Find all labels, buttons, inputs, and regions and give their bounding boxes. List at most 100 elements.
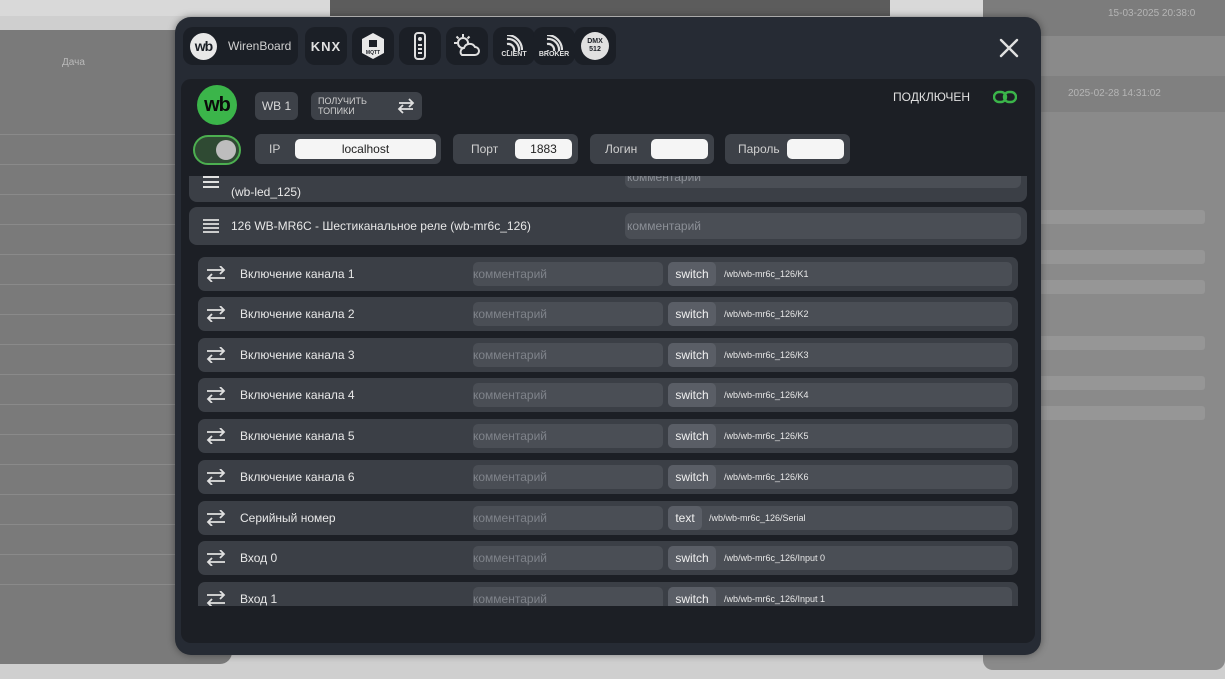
channel-name: Включение канала 6 bbox=[240, 470, 355, 484]
background-date: 2025-02-28 14:31:02 bbox=[1068, 88, 1161, 99]
channel-row[interactable]: Включение канала 3 комментарий switch/wb/w… bbox=[198, 338, 1018, 372]
channel-topic-box: switch/wb/wb-mr6c_126/K1 bbox=[668, 262, 1012, 286]
channel-topic: /wb/wb-mr6c_126/Serial bbox=[709, 513, 806, 523]
channel-comment-input[interactable]: комментарий bbox=[473, 587, 663, 606]
get-topics-button[interactable]: ПОЛУЧИТЬ ТОПИКИ bbox=[311, 92, 422, 120]
menu-icon[interactable] bbox=[203, 176, 219, 188]
refresh-arrows-icon bbox=[397, 98, 415, 114]
tab-broker[interactable]: BROKER bbox=[533, 27, 575, 65]
channel-topic: /wb/wb-mr6c_126/K2 bbox=[724, 309, 809, 319]
wb-logo: wb bbox=[197, 85, 237, 125]
channel-comment-input[interactable]: комментарий bbox=[473, 465, 663, 489]
channel-row[interactable]: Включение канала 1 комментарий switch/wb/w… bbox=[198, 257, 1018, 291]
channel-name: Включение канала 1 bbox=[240, 267, 355, 281]
wb-logo-icon: wb bbox=[190, 32, 217, 60]
channel-comment-input[interactable]: комментарий bbox=[473, 262, 663, 286]
channel-row[interactable]: Вход 0 комментарий switch/wb/wb-mr6c_126/I… bbox=[198, 541, 1018, 575]
channel-type-badge: switch bbox=[668, 302, 716, 326]
channel-row[interactable]: Вход 1 комментарий switch/wb/wb-mr6c_126/I… bbox=[198, 582, 1018, 606]
channel-type-badge: switch bbox=[668, 383, 716, 407]
swap-arrows-icon bbox=[206, 591, 226, 606]
background-date: 15-03-2025 20:38:0 bbox=[1108, 8, 1196, 19]
channel-type-badge: switch bbox=[668, 424, 716, 448]
channel-topic-box: switch/wb/wb-mr6c_126/K4 bbox=[668, 383, 1012, 407]
device-comment-input[interactable]: комментарий bbox=[625, 213, 1021, 239]
channel-comment-input[interactable]: комментарий bbox=[473, 302, 663, 326]
port-input[interactable]: 1883 bbox=[515, 139, 572, 159]
channel-name: Включение канала 4 bbox=[240, 388, 355, 402]
device-select-button[interactable]: WB 1 bbox=[255, 92, 298, 120]
tab-mqtt[interactable]: MQTT bbox=[352, 27, 394, 65]
toggle-knob bbox=[216, 140, 236, 160]
connection-status: ПОДКЛЮЧЕН bbox=[893, 90, 971, 104]
tab-remote[interactable] bbox=[399, 27, 441, 65]
channel-comment-input[interactable]: комментарий bbox=[473, 546, 663, 570]
channel-row[interactable]: Включение канала 6 комментарий switch/wb/w… bbox=[198, 460, 1018, 494]
channel-topic-box: switch/wb/wb-mr6c_126/Input 1 bbox=[668, 587, 1012, 606]
background-line bbox=[1033, 376, 1205, 390]
background-line bbox=[1033, 406, 1205, 420]
channel-name: Серийный номер bbox=[240, 511, 336, 525]
device-title: 126 WB-MR6C - Шестиканальное реле (wb-mr… bbox=[231, 219, 531, 233]
tab-dmx[interactable]: DMX 512 bbox=[574, 27, 616, 65]
tab-knx[interactable]: KNX bbox=[305, 27, 347, 65]
channel-comment-input[interactable]: комментарий bbox=[473, 506, 663, 530]
swap-arrows-icon bbox=[206, 266, 226, 282]
tab-wirenboard-label: WirenBoard bbox=[228, 39, 292, 53]
channel-comment-input[interactable]: комментарий bbox=[473, 383, 663, 407]
channel-row[interactable]: Включение канала 2 комментарий switch/wb/w… bbox=[198, 297, 1018, 331]
broadcast-broker-icon bbox=[546, 34, 563, 51]
channel-comment-input[interactable]: комментарий bbox=[473, 343, 663, 367]
background-line bbox=[1033, 336, 1205, 350]
channel-topic-box: switch/wb/wb-mr6c_126/K6 bbox=[668, 465, 1012, 489]
channel-topic-box: switch/wb/wb-mr6c_126/K5 bbox=[668, 424, 1012, 448]
channel-topic: /wb/wb-mr6c_126/Input 0 bbox=[724, 553, 826, 563]
knx-icon: KNX bbox=[310, 38, 342, 54]
channel-name: Вход 1 bbox=[240, 592, 278, 606]
channel-name: Включение канала 5 bbox=[240, 429, 355, 443]
device-comment-input[interactable]: комментарий bbox=[625, 176, 1021, 188]
channel-name: Включение канала 2 bbox=[240, 307, 355, 321]
login-label: Логин bbox=[605, 142, 638, 156]
weather-icon bbox=[454, 34, 480, 56]
password-input[interactable] bbox=[787, 139, 844, 159]
close-icon[interactable] bbox=[997, 36, 1021, 60]
tab-broker-label: BROKER bbox=[538, 50, 570, 58]
tab-client[interactable]: CLIENT bbox=[493, 27, 535, 65]
broadcast-client-icon bbox=[506, 34, 523, 51]
device-header: (wb-led_125) комментарий bbox=[189, 176, 1027, 202]
tab-weather[interactable] bbox=[446, 27, 488, 65]
channel-topic: /wb/wb-mr6c_126/K3 bbox=[724, 350, 809, 360]
menu-icon[interactable] bbox=[203, 219, 219, 233]
channel-topic-box: switch/wb/wb-mr6c_126/K2 bbox=[668, 302, 1012, 326]
svg-text:MQTT: MQTT bbox=[366, 50, 380, 56]
swap-arrows-icon bbox=[206, 510, 226, 526]
channel-row[interactable]: Серийный номер комментарий text/wb/wb-mr6c… bbox=[198, 501, 1018, 535]
channel-row[interactable]: Включение канала 5 комментарий switch/wb/w… bbox=[198, 419, 1018, 453]
channel-topic: /wb/wb-mr6c_126/K5 bbox=[724, 431, 809, 441]
channel-topic: /wb/wb-mr6c_126/K6 bbox=[724, 472, 809, 482]
tab-wirenboard[interactable]: wb WirenBoard bbox=[183, 27, 298, 65]
channel-comment-input[interactable]: комментарий bbox=[473, 424, 663, 448]
port-label: Порт bbox=[471, 142, 499, 156]
login-input[interactable] bbox=[651, 139, 708, 159]
swap-arrows-icon bbox=[206, 469, 226, 485]
connection-toggle[interactable] bbox=[193, 135, 241, 165]
background-line bbox=[1033, 250, 1205, 264]
channel-topic: /wb/wb-mr6c_126/Input 1 bbox=[724, 594, 826, 604]
remote-control-icon bbox=[414, 32, 426, 60]
integration-modal: wb WirenBoard KNX MQTT CLIENT BROKER DMX… bbox=[175, 17, 1041, 655]
channel-type-badge: switch bbox=[668, 262, 716, 286]
password-field: Пароль bbox=[725, 134, 850, 164]
channel-type-badge: switch bbox=[668, 546, 716, 570]
ip-input[interactable]: localhost bbox=[295, 139, 436, 159]
channel-topic-box: text/wb/wb-mr6c_126/Serial bbox=[668, 506, 1012, 530]
channel-topic: /wb/wb-mr6c_126/K1 bbox=[724, 269, 809, 279]
password-label: Пароль bbox=[738, 142, 780, 156]
ip-label: IP bbox=[269, 142, 281, 156]
device-list: (wb-led_125) комментарий 126 WB-MR6C - Ш… bbox=[189, 176, 1027, 606]
channel-type-badge: switch bbox=[668, 343, 716, 367]
swap-arrows-icon bbox=[206, 306, 226, 322]
mqtt-icon: MQTT bbox=[362, 33, 384, 59]
channel-row[interactable]: Включение канала 4 комментарий switch/wb/w… bbox=[198, 378, 1018, 412]
